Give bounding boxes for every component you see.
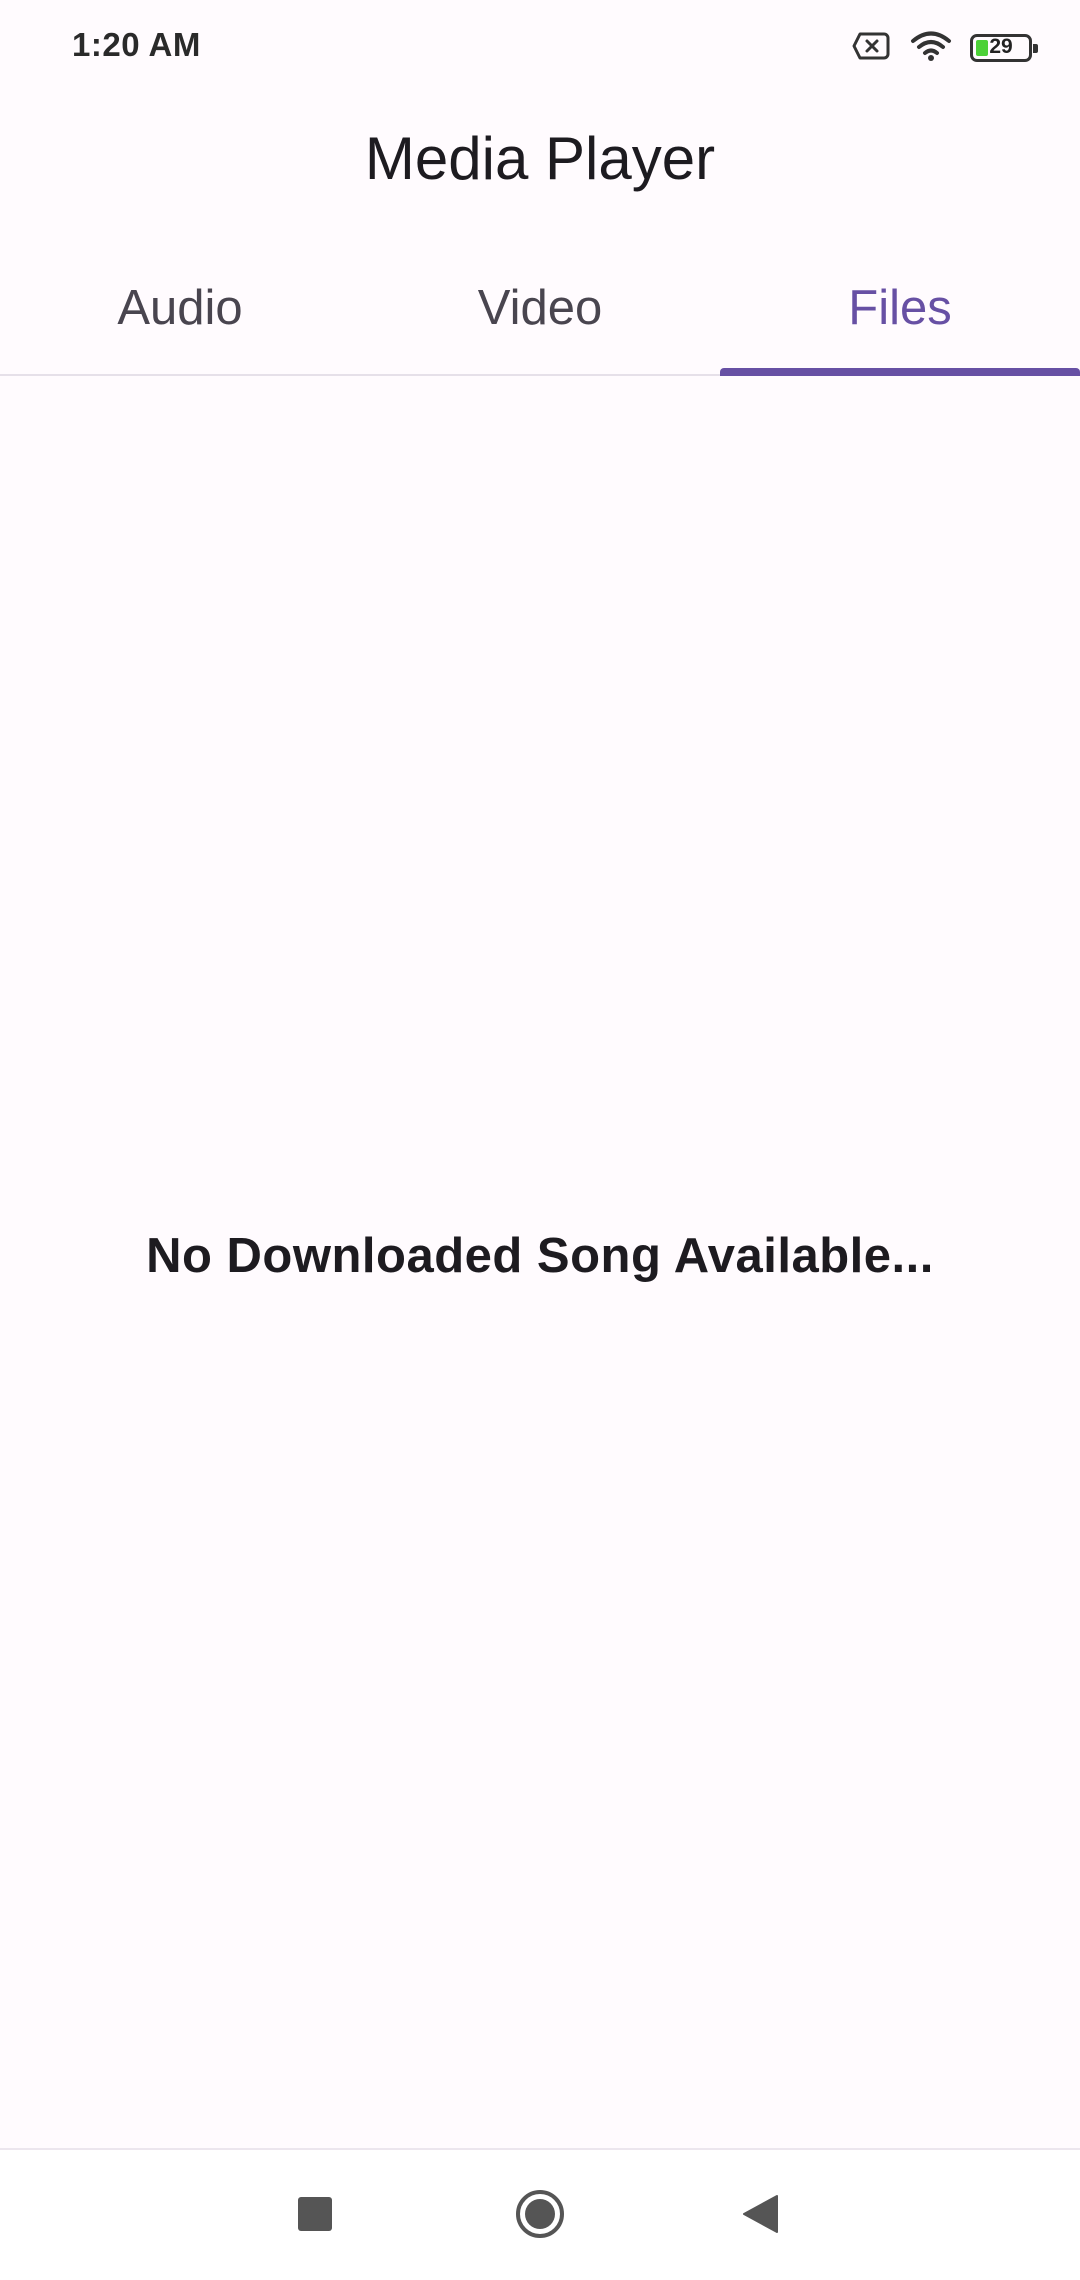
status-time: 1:20 AM (72, 26, 201, 63)
status-icons: 29 (852, 26, 1038, 70)
wifi-icon (910, 30, 952, 67)
battery-level: 29 (989, 35, 1013, 58)
tab-audio-label: Audio (117, 281, 243, 335)
empty-state-message: No Downloaded Song Available... (146, 1229, 934, 1283)
home-circle-icon (514, 2188, 566, 2245)
tab-bar: Audio Video Files (0, 250, 1080, 376)
status-bar: 1:20 AM 29 (0, 0, 1080, 96)
back-button[interactable] (722, 2178, 798, 2254)
recents-button[interactable] (277, 2178, 353, 2254)
tab-files-label: Files (848, 281, 952, 335)
system-nav-bar (0, 2148, 1080, 2280)
active-tab-indicator (720, 368, 1080, 376)
battery-tip (1033, 44, 1038, 53)
sim-off-icon (852, 31, 892, 66)
back-triangle-icon (741, 2194, 779, 2239)
tab-video[interactable]: Video (360, 250, 720, 374)
tab-files[interactable]: Files (720, 250, 1080, 376)
tab-video-label: Video (477, 281, 603, 335)
page-title: Media Player (364, 125, 716, 192)
home-button[interactable] (502, 2178, 578, 2254)
battery-icon: 29 (970, 34, 1038, 62)
recents-square-icon (297, 2196, 333, 2237)
tab-audio[interactable]: Audio (0, 250, 360, 374)
